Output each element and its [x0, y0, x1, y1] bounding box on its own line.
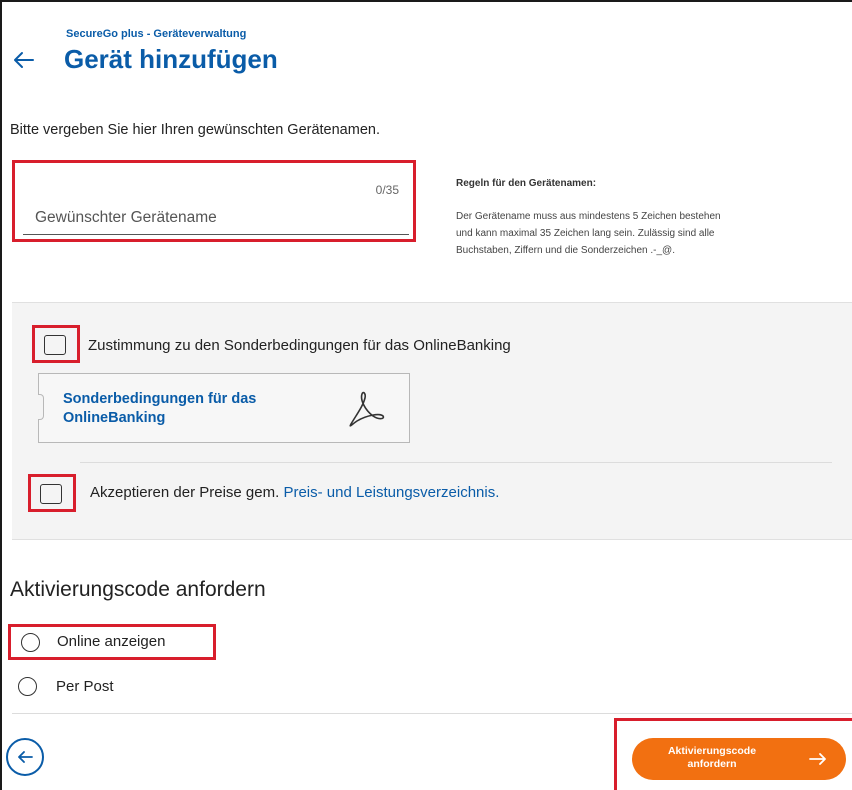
arrow-right-icon: [809, 753, 826, 765]
prices-label-text: Akzeptieren der Preise gem.: [90, 484, 284, 501]
device-name-field[interactable]: 0/35 Gewünschter Gerätename: [12, 160, 416, 242]
card-notch: [38, 394, 44, 420]
special-conditions-document-link[interactable]: Sonderbedingungen für das OnlineBanking: [63, 390, 323, 428]
pdf-icon: [349, 391, 385, 427]
special-conditions-document-card[interactable]: Sonderbedingungen für das OnlineBanking: [38, 373, 410, 443]
price-list-link[interactable]: Preis- und Leistungsverzeichnis.: [283, 484, 499, 501]
breadcrumb: SecureGo plus - Geräteverwaltung: [66, 28, 247, 40]
device-name-placeholder: Gewünschter Gerätename: [35, 209, 217, 226]
online-option-highlight: Online anzeigen: [8, 624, 216, 660]
rules-text: Der Gerätename muss aus mindestens 5 Zei…: [456, 208, 852, 259]
back-arrow-icon[interactable]: [12, 48, 36, 72]
arrow-left-icon: [18, 751, 33, 763]
character-counter: 0/35: [375, 183, 399, 197]
page-title: Gerät hinzufügen: [64, 44, 278, 74]
device-name-input[interactable]: 0/35 Gewünschter Gerätename: [23, 169, 409, 235]
postal-label[interactable]: Per Post: [56, 678, 114, 695]
intro-text: Bitte vergeben Sie hier Ihren gewünschte…: [10, 122, 380, 138]
rules-line: Buchstaben, Ziffern und die Sonderzeiche…: [456, 245, 675, 256]
request-activation-code-button[interactable]: Aktivierungscode anfordern: [632, 738, 846, 780]
special-conditions-checkbox[interactable]: [44, 335, 66, 355]
submit-label: Aktivierungscode anfordern: [667, 745, 757, 770]
prices-label[interactable]: Akzeptieren der Preise gem. Preis- und L…: [90, 484, 499, 501]
footer-divider: [12, 713, 852, 714]
online-display-radio[interactable]: [21, 633, 40, 652]
online-display-label[interactable]: Online anzeigen: [57, 633, 165, 650]
rules-line: Der Gerätename muss aus mindestens 5 Zei…: [456, 211, 721, 222]
activation-section-title: Aktivierungscode anfordern: [10, 578, 266, 601]
consent-checkbox-highlight: [32, 325, 80, 363]
postal-radio[interactable]: [18, 677, 37, 696]
rules-line: und kann maximal 35 Zeichen lang sein. Z…: [456, 228, 715, 239]
rules-title: Regeln für den Gerätenamen:: [456, 178, 597, 189]
prices-checkbox[interactable]: [40, 484, 62, 504]
back-button[interactable]: [6, 738, 44, 776]
special-conditions-label[interactable]: Zustimmung zu den Sonderbedingungen für …: [88, 337, 511, 354]
prices-checkbox-highlight: [28, 474, 76, 512]
consent-divider: [80, 462, 832, 463]
